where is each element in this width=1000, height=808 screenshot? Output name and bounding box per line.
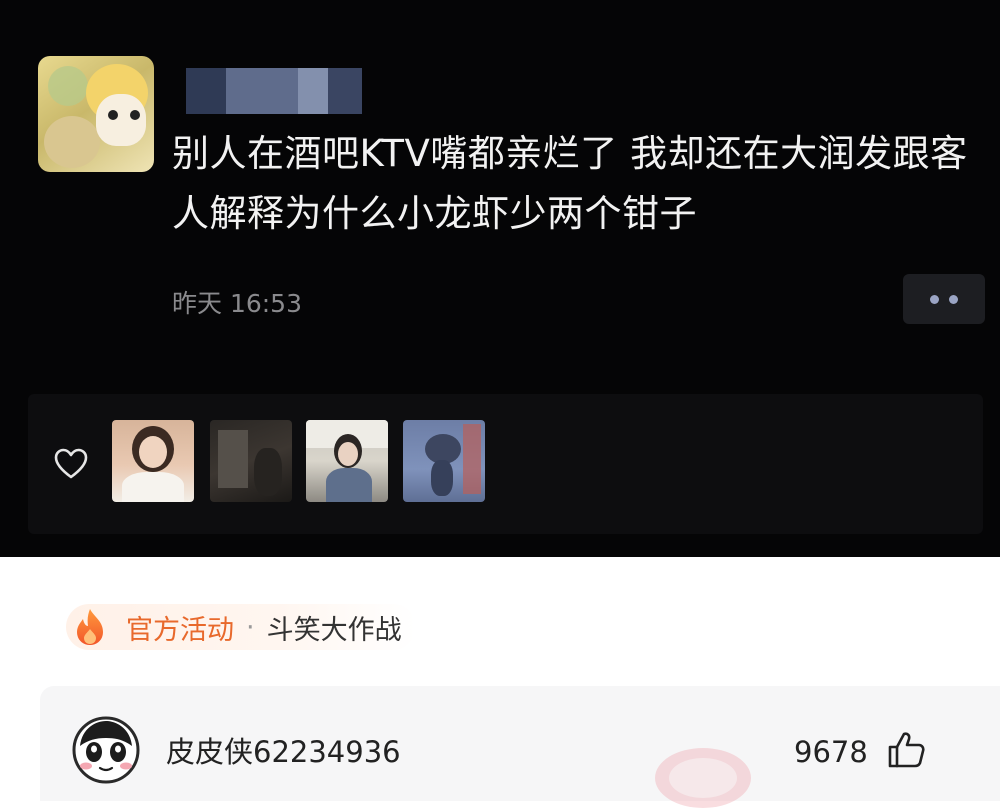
activity-label: 官方活动	[126, 614, 234, 646]
liker-avatar[interactable]	[403, 420, 485, 502]
post-timestamp: 昨天 16:53	[172, 289, 302, 318]
more-dots-icon	[930, 294, 939, 304]
poster-name-blurred[interactable]	[186, 68, 362, 114]
thumbs-up-icon[interactable]	[886, 730, 926, 770]
fire-icon	[77, 609, 103, 645]
official-activity-tag[interactable]: 官方活动 · 斗笑大作战	[66, 604, 416, 650]
heart-icon	[54, 448, 88, 479]
watermark-logo	[655, 748, 751, 808]
commenter-avatar[interactable]	[72, 716, 140, 784]
liker-avatar[interactable]	[306, 420, 388, 502]
activity-separator: ·	[246, 611, 255, 643]
activity-name: 斗笑大作战	[266, 614, 402, 646]
commenter-name[interactable]: 皮皮侠62234936	[166, 730, 401, 774]
poster-avatar[interactable]	[38, 56, 154, 172]
more-button[interactable]	[903, 274, 985, 324]
post-text: 别人在酒吧KTV嘴都亲烂了 我却还在大润发跟客人解释为什么小龙虾少两个钳子	[172, 132, 968, 235]
liker-avatar[interactable]	[112, 420, 194, 502]
liker-avatar[interactable]	[210, 420, 292, 502]
comment-like-count: 9678	[794, 735, 868, 769]
